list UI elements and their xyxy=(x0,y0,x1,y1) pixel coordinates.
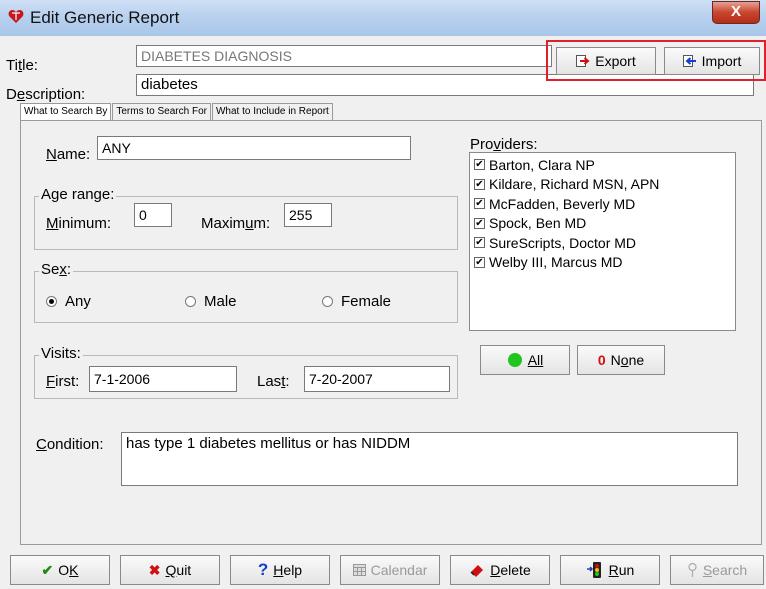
tab-what-to-include[interactable]: What to Include in Report xyxy=(211,103,333,120)
search-icon xyxy=(688,562,697,577)
condition-field[interactable]: has type 1 diabetes mellitus or has NIDD… xyxy=(121,432,738,486)
radio-selected-icon xyxy=(46,296,57,307)
maximum-label: Maximum: xyxy=(201,215,271,232)
radio-icon xyxy=(185,296,196,307)
last-visit-field[interactable]: 7-20-2007 xyxy=(304,366,450,392)
first-visit-field[interactable]: 7-1-2006 xyxy=(89,366,237,392)
minimum-field[interactable]: 0 xyxy=(134,203,172,227)
minimum-label: Minimum: xyxy=(46,215,112,232)
import-button[interactable]: Import xyxy=(664,47,760,75)
question-icon: ? xyxy=(257,560,269,579)
tab-terms-to-search-for[interactable]: Terms to Search For xyxy=(112,103,211,120)
name-label: Name: xyxy=(46,146,91,163)
name-field[interactable]: ANY xyxy=(97,136,411,160)
help-button[interactable]: ? Help xyxy=(230,555,330,585)
description-label: Description: xyxy=(6,86,86,103)
checkbox-checked-icon[interactable]: ✔ xyxy=(474,198,485,210)
export-button[interactable]: Export xyxy=(556,47,656,75)
quit-button[interactable]: ✖ Quit xyxy=(120,555,220,585)
checkbox-checked-icon[interactable]: ✔ xyxy=(474,217,485,229)
checkmark-icon: ✔ xyxy=(41,561,54,578)
checkbox-checked-icon[interactable]: ✔ xyxy=(474,159,485,171)
sex-group: Sex: xyxy=(34,261,458,323)
eraser-icon xyxy=(470,565,484,577)
select-all-providers-button[interactable]: All xyxy=(480,345,570,375)
age-range-title: Age range: xyxy=(39,186,117,203)
x-icon: ✖ xyxy=(148,561,161,578)
list-item[interactable]: ✔ SureScripts, Doctor MD xyxy=(474,233,731,253)
title-field[interactable]: DIABETES DIAGNOSIS xyxy=(136,45,552,67)
title-bar[interactable]: Edit Generic Report X xyxy=(0,0,766,36)
sex-female-radio[interactable]: Female xyxy=(322,293,391,310)
last-label: Last: xyxy=(257,373,290,390)
export-arrow-icon xyxy=(576,55,590,67)
calendar-button[interactable]: Calendar xyxy=(340,555,440,585)
maximum-field[interactable]: 255 xyxy=(284,203,332,227)
first-label: First: xyxy=(46,373,80,390)
list-item[interactable]: ✔ Spock, Ben MD xyxy=(474,214,731,234)
import-arrow-icon xyxy=(682,55,696,67)
run-button[interactable]: Run xyxy=(560,555,660,585)
providers-list[interactable]: ✔ Barton, Clara NP ✔ Kildare, Richard MSN,… xyxy=(469,152,736,331)
ok-button[interactable]: ✔ OK xyxy=(10,555,110,585)
sex-title: Sex: xyxy=(39,261,74,278)
title-label: Title: xyxy=(6,57,38,74)
search-button[interactable]: Search xyxy=(670,555,764,585)
bottom-button-bar: ✔ OK ✖ Quit ? Help Calendar Delete Run S… xyxy=(10,555,764,585)
heart-icon xyxy=(8,10,24,23)
close-icon: X xyxy=(730,3,741,20)
zero-icon: 0 xyxy=(597,352,606,368)
edit-generic-report-window: Edit Generic Report X Title: DIABETES DI… xyxy=(0,0,766,589)
visits-title: Visits: xyxy=(39,345,83,362)
select-no-providers-button[interactable]: 0 None xyxy=(577,345,665,375)
radio-icon xyxy=(322,296,333,307)
tab-what-to-search-by[interactable]: What to Search By xyxy=(20,103,112,120)
list-item[interactable]: ✔ Kildare, Richard MSN, APN xyxy=(474,175,731,195)
tab-strip: What to Search By Terms to Search For Wh… xyxy=(20,103,334,120)
traffic-light-icon xyxy=(586,562,601,578)
checkbox-checked-icon[interactable]: ✔ xyxy=(474,256,485,268)
delete-button[interactable]: Delete xyxy=(450,555,550,585)
calendar-icon xyxy=(352,564,366,576)
checkbox-checked-icon[interactable]: ✔ xyxy=(474,237,485,249)
close-button[interactable]: X xyxy=(712,1,760,24)
sex-male-radio[interactable]: Male xyxy=(185,293,237,310)
green-dot-icon xyxy=(507,353,522,367)
window-title: Edit Generic Report xyxy=(30,8,180,27)
list-item[interactable]: ✔ McFadden, Beverly MD xyxy=(474,194,731,214)
sex-any-radio[interactable]: Any xyxy=(46,293,91,310)
condition-label: Condition: xyxy=(36,436,104,453)
providers-label: Providers: xyxy=(470,136,538,153)
list-item[interactable]: ✔ Welby III, Marcus MD xyxy=(474,253,731,273)
list-item[interactable]: ✔ Barton, Clara NP xyxy=(474,155,731,175)
checkbox-checked-icon[interactable]: ✔ xyxy=(474,178,485,190)
